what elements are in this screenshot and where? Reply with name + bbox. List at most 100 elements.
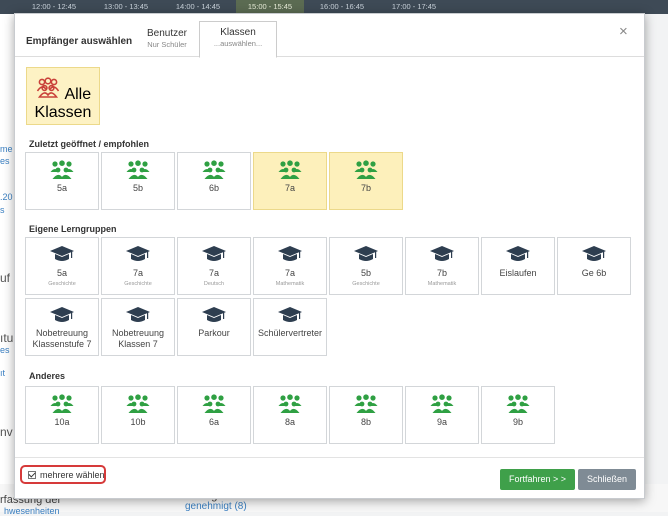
bg-fragment: ıt [0,368,6,378]
tile-label: Parkour [198,328,230,338]
class-tile[interactable]: 7b Mathematik [405,237,479,295]
group-icon [354,160,378,179]
bg-fragment: s [0,205,5,215]
tile-label: 7a [284,183,295,193]
tile-label: 5b [360,268,371,278]
close-button[interactable]: Schließen [578,469,636,490]
timetable-header: 12:00 - 12:45 13:00 - 13:45 14:00 - 14:4… [0,0,668,14]
dialog-header: Empfänger auswählen Benutzer Nur Schüler… [15,14,644,58]
multi-select-toggle[interactable]: mehrere wählen [20,465,106,484]
class-tile[interactable]: 7b [329,152,403,210]
dialog-body: Alle Klassen Zuletzt geöffnet / empfohle… [15,57,644,457]
graduation-cap-icon [50,246,74,261]
class-tile[interactable]: 7a Deutsch [177,237,251,295]
class-tile[interactable]: 5b [101,152,175,210]
close-icon[interactable]: × [619,23,628,40]
time-slot: 17:00 - 17:45 [391,2,437,11]
bg-fragment: uf [0,271,11,285]
multi-select-checkbox[interactable] [28,471,36,479]
bg-fragment: es [0,345,10,355]
recipient-dialog: Empfänger auswählen Benutzer Nur Schüler… [14,13,645,499]
graduation-cap-icon [202,246,226,261]
tab-label: Klassen [220,27,256,38]
bg-fragment: ıtu [0,331,14,345]
tile-label: 6b [208,183,219,193]
class-tile[interactable]: 8b [329,386,403,444]
graduation-cap-icon [430,246,454,261]
class-tile[interactable]: 7a Geschichte [101,237,175,295]
bg-fragment: nv [0,425,13,439]
graduation-cap-icon [278,246,302,261]
class-tile[interactable]: Nobetreuung Klassen 7 [101,298,175,356]
time-slot: 13:00 - 13:45 [103,2,149,11]
class-tile[interactable]: Parkour [177,298,251,356]
class-tile[interactable]: Schülervertreter [253,298,327,356]
dialog-footer: mehrere wählen Fortfahren > > Schließen [15,457,644,499]
group-icon [278,394,302,413]
class-tile[interactable]: 10a [25,386,99,444]
section-heading-other: Anderes [29,371,66,381]
tile-label: 5a [56,268,67,278]
section-heading-recent: Zuletzt geöffnet / empfohlen [29,139,149,149]
class-tile[interactable]: 7a Mathematik [253,237,327,295]
tile-subject: Geschichte [352,281,380,287]
tab-klassen[interactable]: Klassen ...auswählen... [199,21,277,58]
class-tile[interactable]: Nobetreuung Klassenstufe 7 [25,298,99,356]
tile-subject: Geschichte [48,281,76,287]
tile-label: Eislaufen [499,268,537,278]
tile-label: 5a [56,183,67,193]
tile-subject: Mathematik [427,281,457,287]
tile-subject: Geschichte [124,281,152,287]
group-icon [202,160,226,179]
class-tile[interactable]: 5a Geschichte [25,237,99,295]
bg-fragment: es [0,156,10,166]
all-classes-tile[interactable]: Alle Klassen [26,67,100,125]
group-icon [202,394,226,413]
graduation-cap-icon [354,246,378,261]
group-icon [50,394,74,413]
tile-label: 9a [436,417,447,427]
tile-label: 9b [512,417,523,427]
tab-label: Benutzer [146,28,188,39]
graduation-cap-icon [202,307,226,322]
tile-label: Nobetreuung [111,328,165,338]
continue-button[interactable]: Fortfahren > > [500,469,575,490]
class-tile[interactable]: 5b Geschichte [329,237,403,295]
class-tile[interactable]: 6a [177,386,251,444]
tile-subject: Deutsch [203,281,225,287]
graduation-cap-icon [126,246,150,261]
class-tile[interactable]: 7a [253,152,327,210]
class-tile[interactable]: Eislaufen [481,237,555,295]
group-icon [506,394,530,413]
time-slot: 16:00 - 16:45 [319,2,365,11]
tile-label: 7b [360,183,371,193]
class-tile[interactable]: 6b [177,152,251,210]
tile-label: Schülervertreter [257,328,323,338]
tile-label: 10b [130,417,146,427]
group-icon [278,160,302,179]
tile-label: 7a [208,268,219,278]
tile-label: 7b [436,268,447,278]
tile-label: Nobetreuung [35,328,89,338]
time-slot: 15:00 - 15:45 [236,0,304,14]
class-tile[interactable]: 8a [253,386,327,444]
time-slot: 14:00 - 14:45 [175,2,221,11]
tab-sublabel: ...auswählen... [213,39,263,48]
group-icon [126,394,150,413]
tile-label: 7a [284,268,295,278]
tab-benutzer[interactable]: Benutzer Nur Schüler [135,20,199,56]
class-tile[interactable]: 10b [101,386,175,444]
tile-label-line2: Klassenstufe 7 [32,339,92,349]
class-tile[interactable]: 9b [481,386,555,444]
tile-label: 8b [360,417,371,427]
tile-label: 6a [208,417,219,427]
multi-select-label: mehrere wählen [40,470,105,480]
bg-fragment: .20 [0,192,13,202]
group-icon [126,160,150,179]
tab-sublabel: Nur Schüler [147,40,187,49]
group-icon [430,394,454,413]
class-tile[interactable]: 5a [25,152,99,210]
class-tile[interactable]: Ge 6b [557,237,631,295]
class-tile[interactable]: 9a [405,386,479,444]
tile-label: 5b [132,183,143,193]
